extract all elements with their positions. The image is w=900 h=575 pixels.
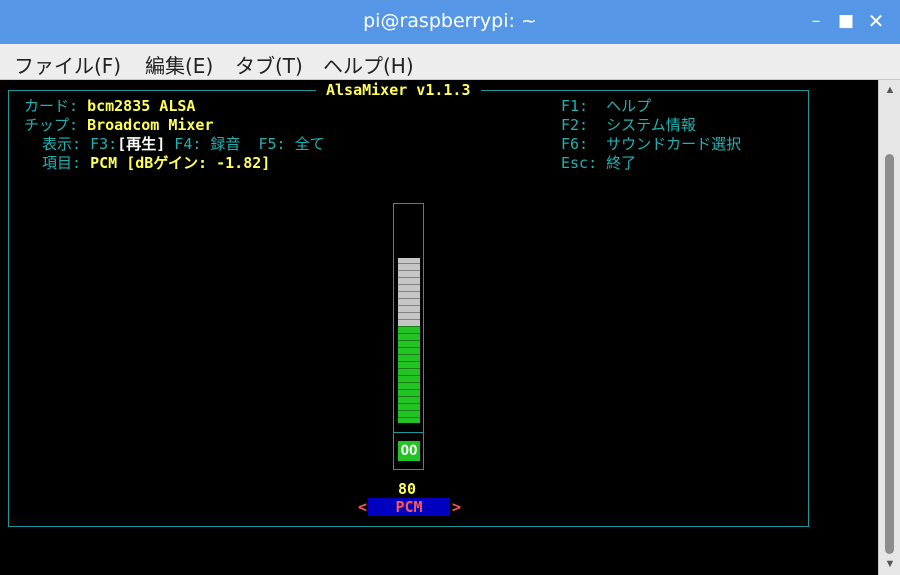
view-label: 表示:	[24, 135, 91, 153]
scroll-thumb[interactable]	[885, 154, 894, 554]
menu-file[interactable]: ファイル(F)	[14, 50, 121, 79]
close-icon[interactable]: ✕	[866, 11, 886, 31]
mixer-title: AlsaMixer v1.1.3	[316, 80, 481, 100]
window-titlebar[interactable]: pi@raspberrypi: ~ – ■ ✕	[0, 0, 900, 44]
scroll-down-icon[interactable]: ▼	[879, 556, 900, 572]
card-line: カード: bcm2835 ALSA	[24, 97, 195, 116]
help-f1[interactable]: F1: ヘルプ	[561, 97, 651, 116]
view-f3-key[interactable]: F3:	[90, 135, 117, 153]
view-other-modes[interactable]: F4: 録音 F5: 全て	[165, 135, 324, 153]
maximize-icon[interactable]: ■	[836, 11, 856, 31]
mute-toggle[interactable]: OO	[398, 441, 420, 461]
card-value: bcm2835 ALSA	[87, 97, 196, 115]
terminal-area[interactable]: AlsaMixer v1.1.3 カード: bcm2835 ALSA チップ: …	[0, 80, 878, 575]
volume-bar[interactable]	[398, 250, 420, 423]
minimize-icon[interactable]: –	[806, 11, 826, 31]
window-title: pi@raspberrypi: ~	[363, 10, 537, 32]
right-arrow-icon: >	[452, 498, 462, 516]
menu-edit[interactable]: 編集(E)	[145, 50, 213, 79]
menu-help[interactable]: ヘルプ(H)	[323, 50, 414, 79]
left-arrow-icon: <	[358, 498, 368, 516]
view-f3-playback[interactable]: [再生]	[117, 135, 165, 153]
help-esc[interactable]: Esc: 終了	[561, 154, 636, 173]
scroll-up-icon[interactable]: ▲	[879, 82, 900, 98]
item-value: PCM [dBゲイン: -1.82]	[90, 154, 271, 172]
volume-bar-divider	[393, 432, 424, 433]
chip-line: チップ: Broadcom Mixer	[24, 116, 214, 135]
volume-bar-segments	[398, 250, 420, 423]
item-line: 項目: PCM [dBゲイン: -1.82]	[24, 154, 270, 173]
card-label: カード:	[24, 97, 88, 115]
item-label: 項目:	[24, 154, 91, 172]
volume-value: 80	[398, 480, 417, 498]
chip-value: Broadcom Mixer	[87, 116, 214, 134]
help-f2[interactable]: F2: システム情報	[561, 116, 696, 135]
help-f6[interactable]: F6: サウンドカード選択	[561, 135, 741, 154]
menu-bar: ファイル(F) 編集(E) タブ(T) ヘルプ(H)	[0, 44, 900, 80]
view-line: 表示: F3:[再生] F4: 録音 F5: 全て	[24, 135, 325, 154]
chip-label: チップ:	[24, 116, 88, 134]
menu-tabs[interactable]: タブ(T)	[235, 50, 303, 79]
control-name-pcm[interactable]: PCM	[368, 498, 450, 516]
vertical-scrollbar[interactable]: ▲ ▼	[878, 80, 900, 575]
